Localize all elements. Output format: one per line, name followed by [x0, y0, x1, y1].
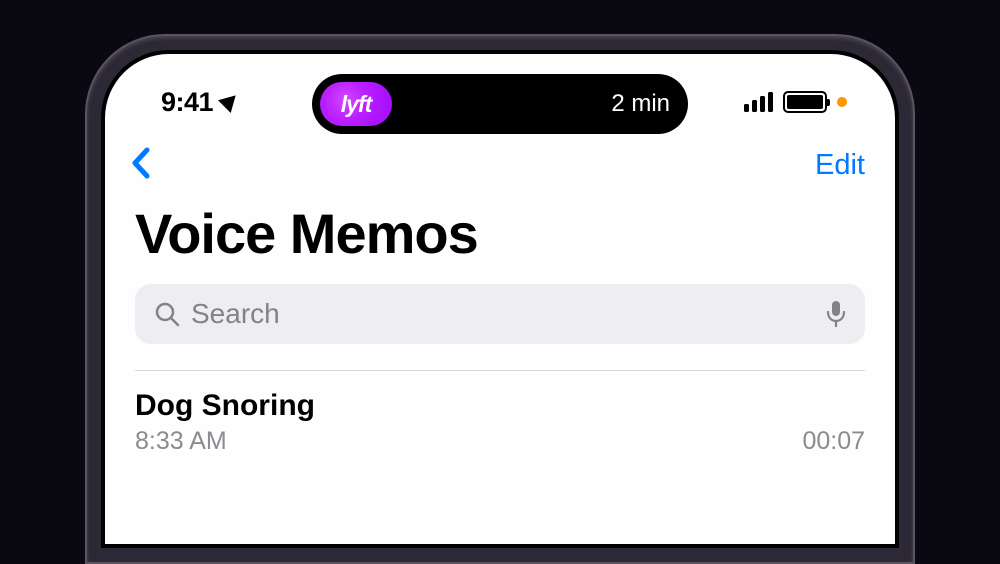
search-icon	[153, 300, 181, 328]
chevron-left-icon	[131, 146, 151, 180]
memo-title: Dog Snoring	[135, 389, 865, 423]
memo-duration: 00:07	[802, 427, 865, 456]
status-right	[744, 91, 847, 113]
cellular-signal-icon	[744, 92, 773, 112]
island-app-pill[interactable]: lyft	[320, 82, 392, 126]
memo-list-item[interactable]: Dog Snoring 8:33 AM 00:07	[105, 371, 895, 456]
microphone-indicator-dot-icon	[837, 97, 847, 107]
island-eta-text: 2 min	[611, 90, 670, 118]
nav-bar: Edit	[105, 132, 895, 189]
edit-button[interactable]: Edit	[815, 149, 865, 182]
screen: 9:41 lyft 2 min	[105, 54, 895, 544]
back-button[interactable]	[131, 146, 151, 185]
location-arrow-icon	[218, 89, 242, 113]
memo-time: 8:33 AM	[135, 427, 227, 456]
status-time: 9:41	[161, 87, 213, 118]
search-bar[interactable]	[135, 284, 865, 344]
phone-bezel: 9:41 lyft 2 min	[101, 50, 899, 548]
battery-icon	[783, 91, 827, 113]
search-input[interactable]	[191, 298, 815, 330]
dynamic-island[interactable]: lyft 2 min	[312, 74, 688, 134]
island-app-logo: lyft	[341, 91, 372, 118]
memo-meta: 8:33 AM 00:07	[135, 427, 865, 456]
page-title: Voice Memos	[105, 189, 895, 284]
microphone-icon[interactable]	[825, 299, 847, 329]
status-left: 9:41	[161, 87, 239, 118]
phone-frame: 9:41 lyft 2 min	[85, 34, 915, 564]
